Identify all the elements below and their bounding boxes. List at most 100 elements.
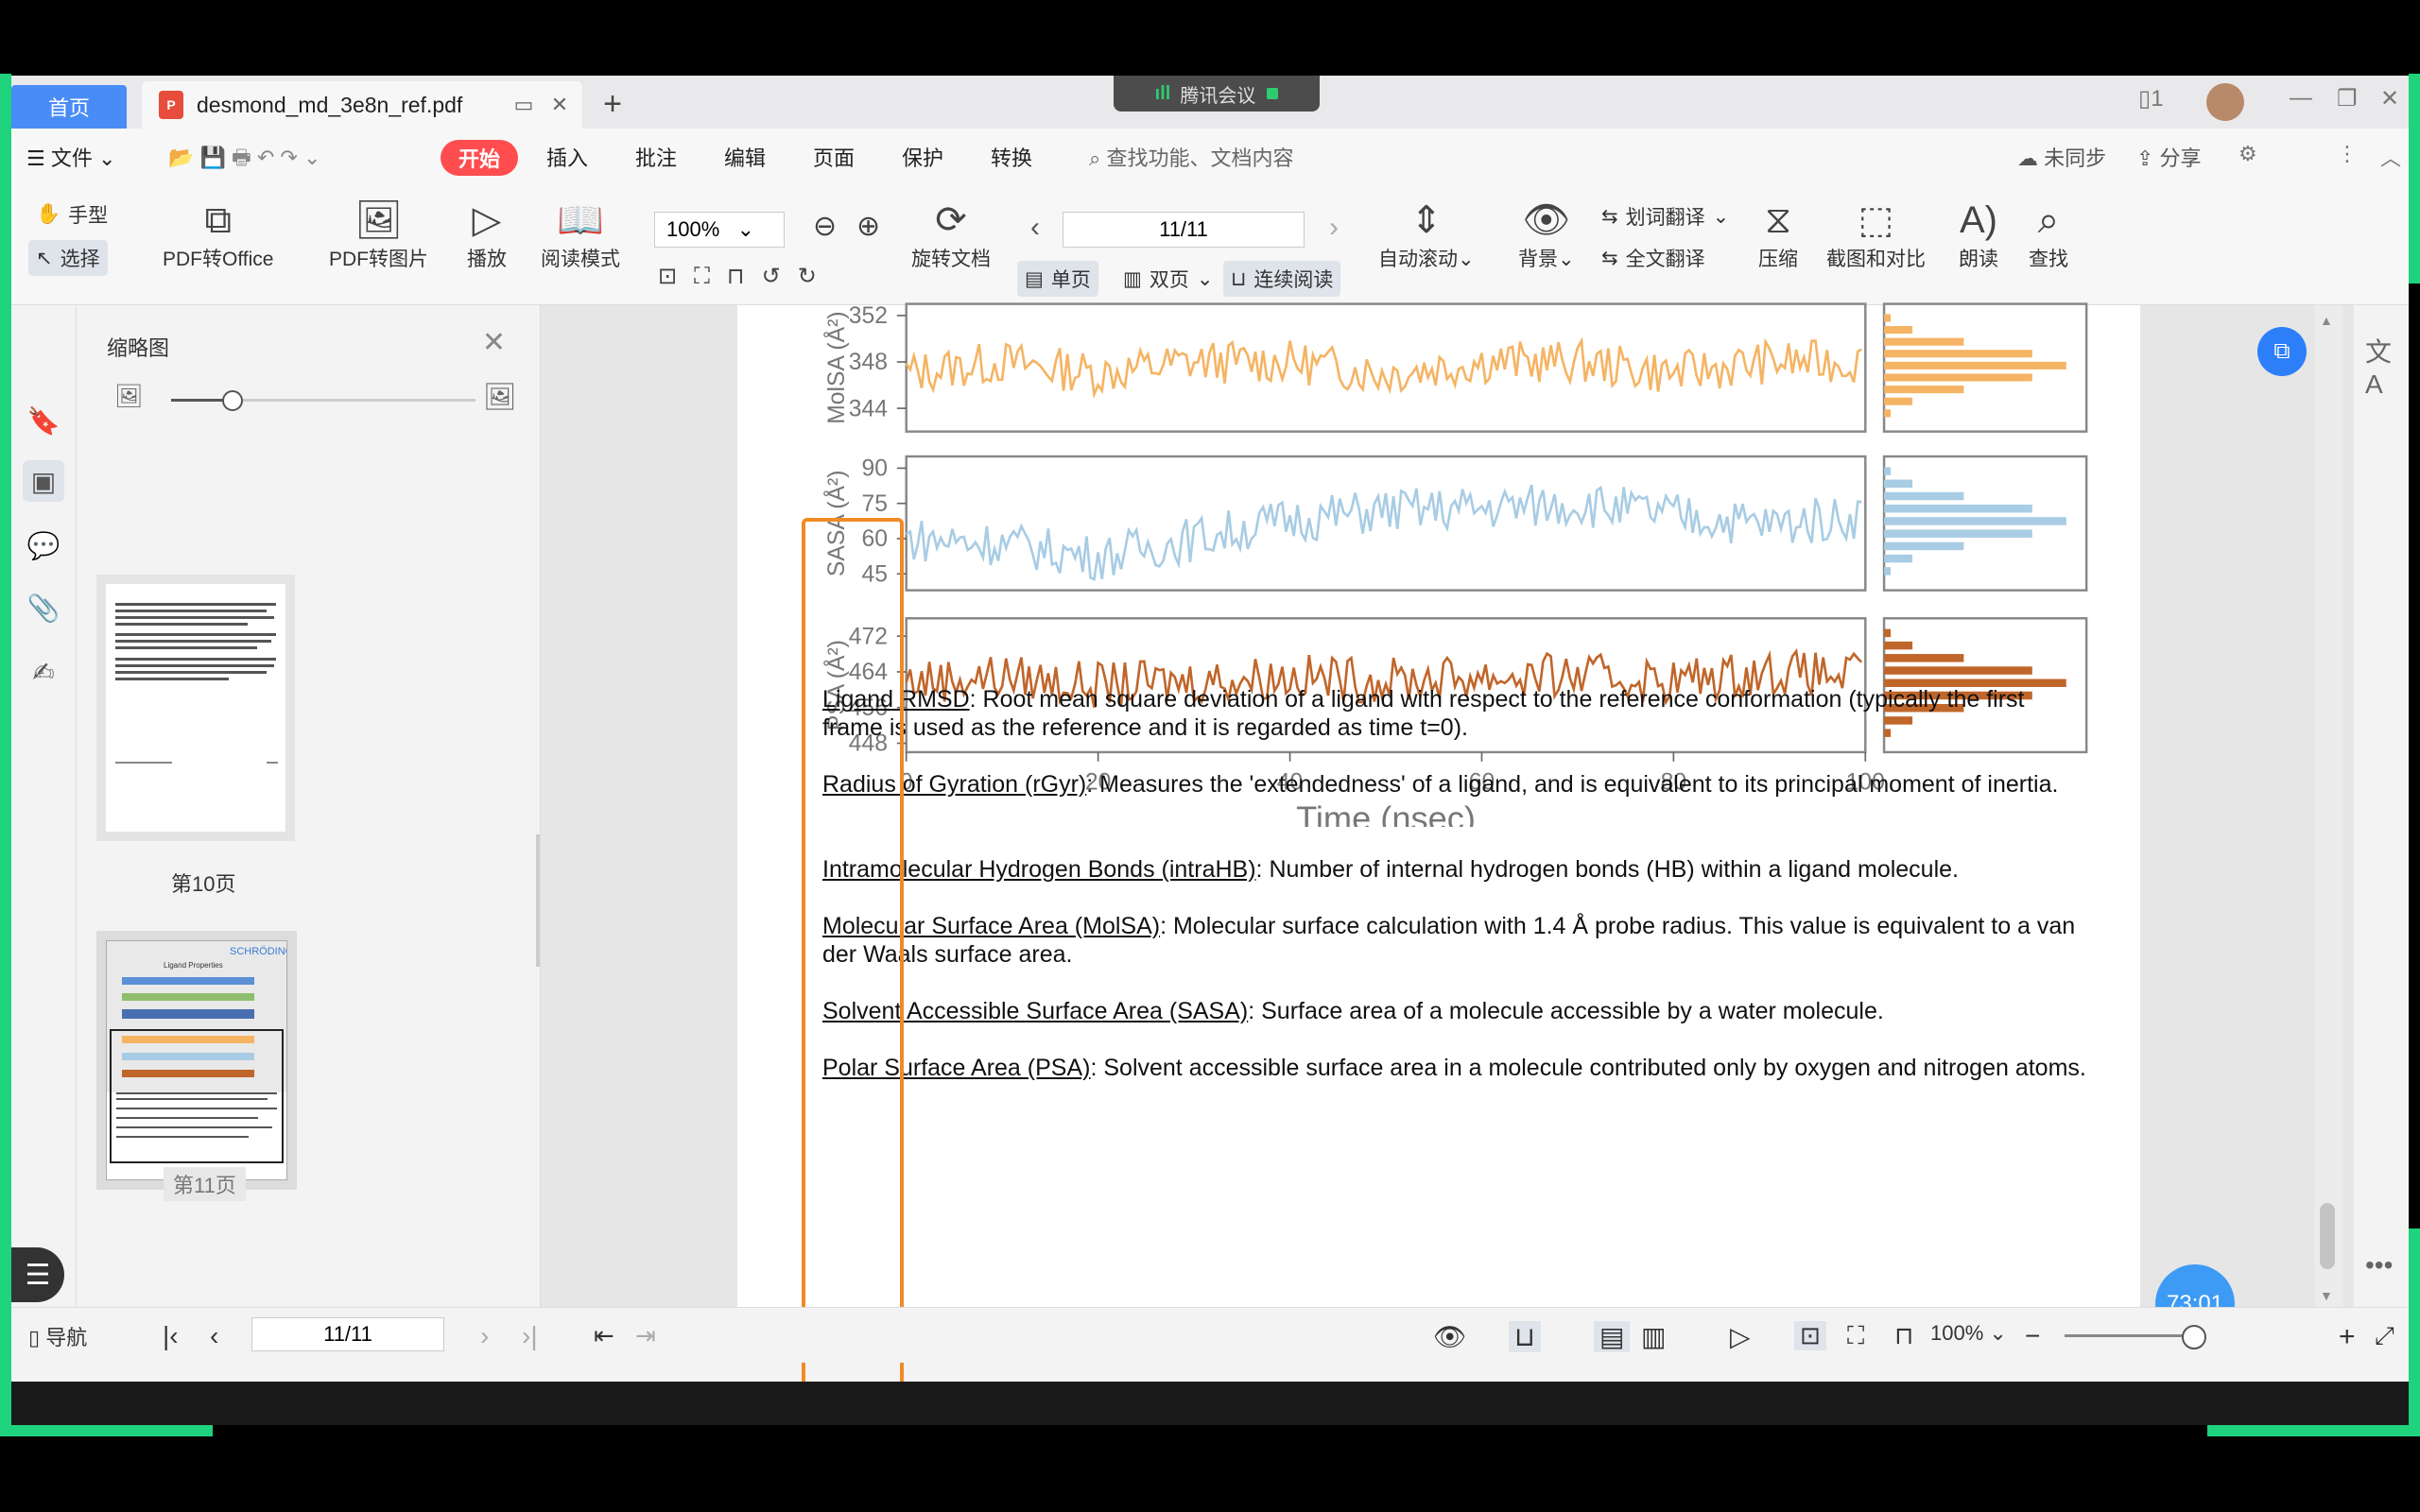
single-page-icon[interactable]: ▤: [1594, 1321, 1631, 1352]
navigation-button[interactable]: ▯ 导航: [28, 1321, 87, 1351]
page-number-input[interactable]: 11/11: [1063, 212, 1305, 248]
zoom-out-icon[interactable]: ⊖: [813, 210, 837, 243]
play-icon[interactable]: ▷: [1730, 1321, 1751, 1352]
scrollbar-thumb[interactable]: [2320, 1203, 2335, 1269]
vertical-scrollbar[interactable]: ▲ ▼: [2314, 305, 2342, 1307]
tab-home[interactable]: 首页: [11, 85, 127, 129]
next-page-icon[interactable]: ›: [1329, 212, 1339, 244]
zoom-slider-knob[interactable]: [2182, 1325, 2206, 1349]
status-page-input[interactable]: 11/11: [251, 1317, 444, 1351]
zoom-select[interactable]: 100% ⌄: [654, 212, 785, 248]
first-page-icon[interactable]: |‹: [163, 1321, 179, 1351]
settings-icon[interactable]: ⚙: [2238, 142, 2257, 166]
continuous-icon[interactable]: ⊔: [1509, 1321, 1541, 1352]
restore-icon[interactable]: ❐: [2337, 85, 2358, 112]
find-button[interactable]: ⌕ 查找: [2029, 197, 2068, 272]
menu-annotate[interactable]: 批注: [635, 142, 677, 172]
last-page-icon[interactable]: ›|: [522, 1321, 538, 1351]
actual-size-icon[interactable]: ⊡: [658, 263, 677, 290]
pdf-to-office-button[interactable]: ⧉ PDF转Office: [163, 197, 273, 272]
screenshot-compare-button[interactable]: ⬚ 截图和对比: [1826, 197, 1926, 272]
zoom-in-icon[interactable]: +: [2339, 1321, 2356, 1353]
zoom-slider-track[interactable]: [2065, 1334, 2197, 1337]
menu-protect[interactable]: 保护: [902, 142, 943, 172]
minimize-icon[interactable]: —: [2290, 85, 2312, 112]
menu-edit[interactable]: 编辑: [724, 142, 766, 172]
hand-tool-button[interactable]: ✋ 手型: [36, 200, 108, 229]
fit-page-icon[interactable]: ⛶: [694, 264, 710, 290]
continuous-read-button[interactable]: ⊔ 连续阅读: [1223, 261, 1341, 297]
single-page-button[interactable]: ▤ 单页: [1017, 261, 1098, 297]
quick-actions-icon[interactable]: 📂 💾 🖶 ↶ ↷ ⌄: [168, 142, 320, 178]
rotate-document-button[interactable]: ⟳ 旋转文档: [911, 197, 991, 272]
small-image-icon[interactable]: 🖼: [114, 383, 143, 410]
bookmark-icon[interactable]: 🔖: [23, 400, 64, 441]
fit-width-icon[interactable]: ⊓: [1894, 1321, 1913, 1350]
close-icon[interactable]: ✕: [546, 92, 573, 118]
close-icon[interactable]: ✕: [482, 326, 506, 359]
list-icon[interactable]: ☰: [11, 1247, 64, 1302]
background-button[interactable]: 👁 背景⌄: [1518, 197, 1575, 272]
prev-page-icon[interactable]: ‹: [1030, 212, 1040, 244]
view-tools[interactable]: ⊡ ⛶ ⊓ ↺ ↻: [658, 263, 817, 290]
monitor-icon[interactable]: ▭: [510, 92, 537, 118]
thumbnail-size-slider[interactable]: 🖼 🖼: [105, 382, 517, 417]
eye-icon[interactable]: 👁: [1433, 1321, 1467, 1352]
fit-page-icon[interactable]: ⛶: [1847, 1321, 1864, 1351]
menu-file[interactable]: ☰ 文件 ⌄: [26, 142, 115, 172]
rotate-left-icon[interactable]: ↺: [762, 263, 781, 290]
thumbnail-scrollbar[interactable]: [536, 834, 540, 967]
search-input[interactable]: ⌕ 查找功能、文档内容: [1089, 142, 1293, 172]
menu-convert[interactable]: 转换: [991, 142, 1032, 172]
pen-icon[interactable]: ✍: [23, 651, 64, 693]
fit-width-icon[interactable]: ⊓: [727, 263, 745, 290]
avatar[interactable]: [2206, 83, 2244, 121]
rotate-right-icon[interactable]: ↻: [798, 263, 817, 290]
word-translate-button[interactable]: ⇆ 划词翻译 ⌄: [1601, 202, 1729, 231]
sync-status[interactable]: ☁ 未同步: [2017, 142, 2106, 172]
zoom-out-icon[interactable]: −: [2025, 1321, 2040, 1351]
more-options-icon[interactable]: •••: [2365, 1250, 2393, 1280]
large-image-icon[interactable]: 🖼: [483, 381, 517, 412]
next-page-icon[interactable]: ›: [480, 1321, 489, 1351]
floating-translate-button[interactable]: ⧉: [2257, 327, 2307, 376]
page-11-thumbnail[interactable]: SCHRÖDINGER Ligand Properties: [106, 940, 308, 1180]
menu-start[interactable]: 开始: [441, 140, 518, 176]
read-mode-button[interactable]: 📖 阅读模式: [541, 197, 620, 272]
menu-insert[interactable]: 插入: [546, 142, 588, 172]
read-aloud-button[interactable]: A) 朗读: [1959, 197, 1998, 272]
full-translate-button[interactable]: ⇆ 全文翻译: [1601, 244, 1705, 272]
auto-scroll-button[interactable]: ⇕ 自动滚动⌄: [1378, 197, 1475, 272]
scroll-down-icon[interactable]: ▼: [2320, 1288, 2333, 1303]
layout-icon[interactable]: ▯1: [2138, 85, 2164, 112]
comment-icon[interactable]: 💬: [23, 524, 64, 566]
new-tab-button[interactable]: +: [594, 85, 631, 123]
double-page-button[interactable]: ▥ 双页 ⌄: [1123, 265, 1213, 293]
back-icon[interactable]: ⇤: [594, 1321, 614, 1350]
more-icon[interactable]: ⋮: [2337, 142, 2358, 166]
tab-document[interactable]: P desmond_md_3e8n_ref.pdf ▭ ✕: [142, 81, 582, 129]
status-zoom-select[interactable]: 100% ⌄: [1930, 1321, 2007, 1346]
share-button[interactable]: ⇪ 分享: [2136, 142, 2202, 172]
page-10-thumbnail[interactable]: [106, 584, 285, 832]
prev-page-icon[interactable]: ‹: [210, 1321, 218, 1351]
actual-size-icon[interactable]: ⊡: [1794, 1321, 1826, 1350]
window-close-icon[interactable]: ✕: [2380, 85, 2399, 112]
collapse-ribbon-icon[interactable]: ︿: [2380, 142, 2401, 172]
menu-page[interactable]: 页面: [813, 142, 855, 172]
play-button[interactable]: ▷ 播放: [467, 197, 507, 272]
pdf-to-image-button[interactable]: 🖼 PDF转图片: [329, 197, 428, 272]
translate-icon[interactable]: 文A: [2365, 332, 2409, 400]
slider-knob[interactable]: [222, 390, 243, 411]
scroll-up-icon[interactable]: ▲: [2320, 313, 2333, 328]
select-tool-button[interactable]: ↖ 选择: [28, 240, 108, 276]
zoom-in-icon[interactable]: ⊕: [856, 210, 880, 243]
forward-icon[interactable]: ⇥: [635, 1321, 656, 1350]
compress-button[interactable]: ⧖ 压缩: [1758, 197, 1798, 272]
double-page-icon[interactable]: ▥: [1641, 1321, 1666, 1352]
paperclip-icon[interactable]: 📎: [23, 587, 64, 628]
meeting-indicator[interactable]: ıll 腾讯会议: [1114, 76, 1320, 112]
thumbnail-icon[interactable]: ▣: [23, 460, 64, 502]
fullscreen-icon[interactable]: ⤢: [2375, 1321, 2394, 1351]
page-10-label: 第10页: [171, 872, 236, 896]
